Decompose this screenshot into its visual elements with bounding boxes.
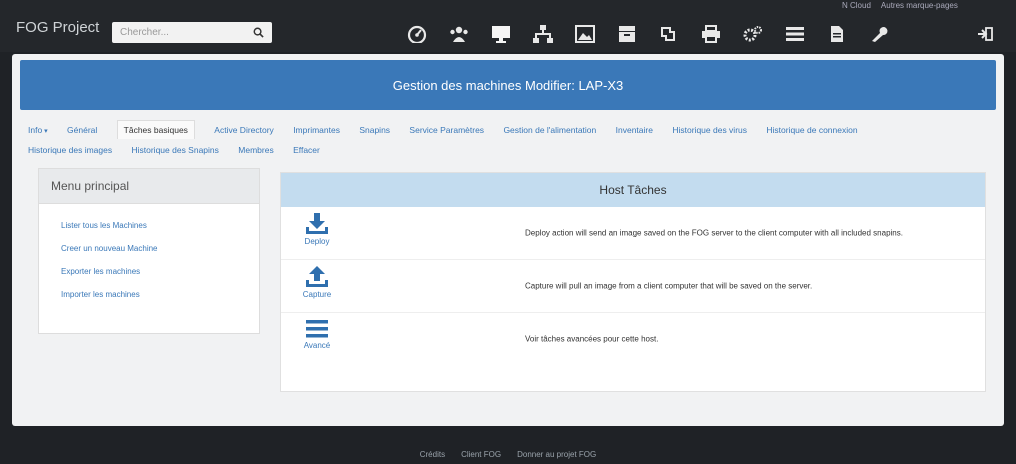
footer-credits-link[interactable]: Crédits (420, 446, 445, 464)
nav-dashboard[interactable] (396, 22, 438, 46)
download-icon (306, 213, 328, 234)
network-icon (533, 25, 553, 43)
deploy-description: Deploy action will send an image saved o… (525, 228, 903, 238)
tab-snapins[interactable]: Snapins (359, 121, 390, 139)
tab-snapin-history[interactable]: Historique des Snapins (131, 141, 218, 159)
logout-icon (978, 27, 993, 41)
image-icon (575, 25, 595, 43)
printer-icon (702, 25, 720, 43)
report-icon (831, 26, 843, 42)
tab-members[interactable]: Membres (238, 141, 273, 159)
menu-item-export-hosts[interactable]: Exporter les machines (39, 260, 259, 283)
task-row-advanced: Avancé Voir tâches avancées pour cette h… (281, 313, 985, 365)
upload-icon (306, 266, 328, 287)
tab-inventory[interactable]: Inventaire (616, 121, 653, 139)
advanced-button[interactable]: Avancé (297, 319, 337, 359)
storage-icon (619, 26, 635, 42)
search-button[interactable] (244, 22, 272, 43)
capture-description: Capture will pull an image from a client… (525, 281, 813, 291)
host-tabs: Info ▾ Général Tâches basiques Active Di… (28, 120, 988, 159)
tab-label: Info (28, 125, 43, 135)
footer-donate-link[interactable]: Donner au projet FOG (517, 446, 596, 464)
main-menu-title: Menu principal (39, 169, 259, 204)
tab-login-history[interactable]: Historique de connexion (766, 121, 857, 139)
nav-snapins[interactable] (648, 22, 690, 46)
nav-printers[interactable] (690, 22, 732, 46)
snapins-icon (661, 27, 675, 41)
main-content: Gestion des machines Modifier: LAP-X3 In… (12, 54, 1004, 426)
deploy-button[interactable]: Deploy (297, 213, 337, 253)
capture-button[interactable]: Capture (297, 266, 337, 306)
tab-info[interactable]: Info ▾ (28, 121, 48, 141)
advanced-description: Voir tâches avancées pour cette host. (525, 334, 659, 344)
monitor-icon (492, 26, 510, 43)
tab-general[interactable]: Général (67, 121, 97, 139)
top-navbar: N Cloud Autres marque-pages FOG Project (0, 0, 1016, 52)
bookmarks-bar: N Cloud Autres marque-pages (842, 1, 958, 13)
menu-item-import-hosts[interactable]: Importer les machines (39, 283, 259, 306)
footer: Crédits Client FOG Donner au projet FOG (0, 446, 1016, 464)
nav-reports[interactable] (816, 22, 858, 46)
tab-power-management[interactable]: Gestion de l'alimentation (503, 121, 596, 139)
users-icon (450, 26, 468, 42)
tab-active-directory[interactable]: Active Directory (214, 121, 274, 139)
tab-virus-history[interactable]: Historique des virus (672, 121, 747, 139)
footer-client-fog-link[interactable]: Client FOG (461, 446, 501, 464)
nav-tasks[interactable] (774, 22, 816, 46)
menu-icon (306, 320, 328, 338)
search-box (112, 22, 272, 43)
nav-groups[interactable] (522, 22, 564, 46)
wrench-icon (872, 27, 888, 42)
task-row-capture: Capture Capture will pull an image from … (281, 260, 985, 313)
search-icon (253, 27, 264, 38)
advanced-label: Avancé (303, 341, 331, 350)
nav-fog-config[interactable] (858, 22, 900, 46)
settings-icon (743, 26, 762, 42)
bookmark-n-cloud[interactable]: N Cloud (842, 1, 871, 13)
nav-service-config[interactable] (732, 22, 774, 46)
list-icon (786, 27, 804, 41)
tab-basic-tasks[interactable]: Tâches basiques (116, 120, 195, 139)
caret-down-icon: ▾ (42, 128, 48, 135)
tab-service-settings[interactable]: Service Paramètres (409, 121, 484, 139)
menu-item-create-host[interactable]: Creer un nouveau Machine (39, 237, 259, 260)
nav-users[interactable] (438, 22, 480, 46)
tab-image-history[interactable]: Historique des images (28, 141, 112, 159)
logout-button[interactable] (975, 24, 995, 44)
task-row-deploy: Deploy Deploy action will send an image … (281, 207, 985, 260)
menu-item-list-hosts[interactable]: Lister tous les Machines (39, 214, 259, 237)
page-title: Gestion des machines Modifier: LAP-X3 (20, 60, 996, 110)
tab-printers[interactable]: Imprimantes (293, 121, 340, 139)
nav-storage[interactable] (606, 22, 648, 46)
host-tasks-panel: Host Tâches Deploy Deploy action will se… (280, 172, 986, 392)
brand-title[interactable]: FOG Project (16, 19, 99, 36)
dashboard-icon (407, 25, 427, 43)
nav-hosts[interactable] (480, 22, 522, 46)
main-menu: Menu principal Lister tous les Machines … (38, 168, 260, 334)
deploy-label: Deploy (304, 237, 330, 246)
tab-delete[interactable]: Effacer (293, 141, 320, 159)
main-nav-icons (396, 22, 900, 46)
host-tasks-title: Host Tâches (281, 173, 985, 207)
nav-images[interactable] (564, 22, 606, 46)
bookmark-other[interactable]: Autres marque-pages (881, 1, 958, 13)
capture-label: Capture (302, 290, 332, 299)
main-menu-list: Lister tous les Machines Creer un nouvea… (39, 204, 259, 306)
search-input[interactable] (112, 22, 242, 43)
